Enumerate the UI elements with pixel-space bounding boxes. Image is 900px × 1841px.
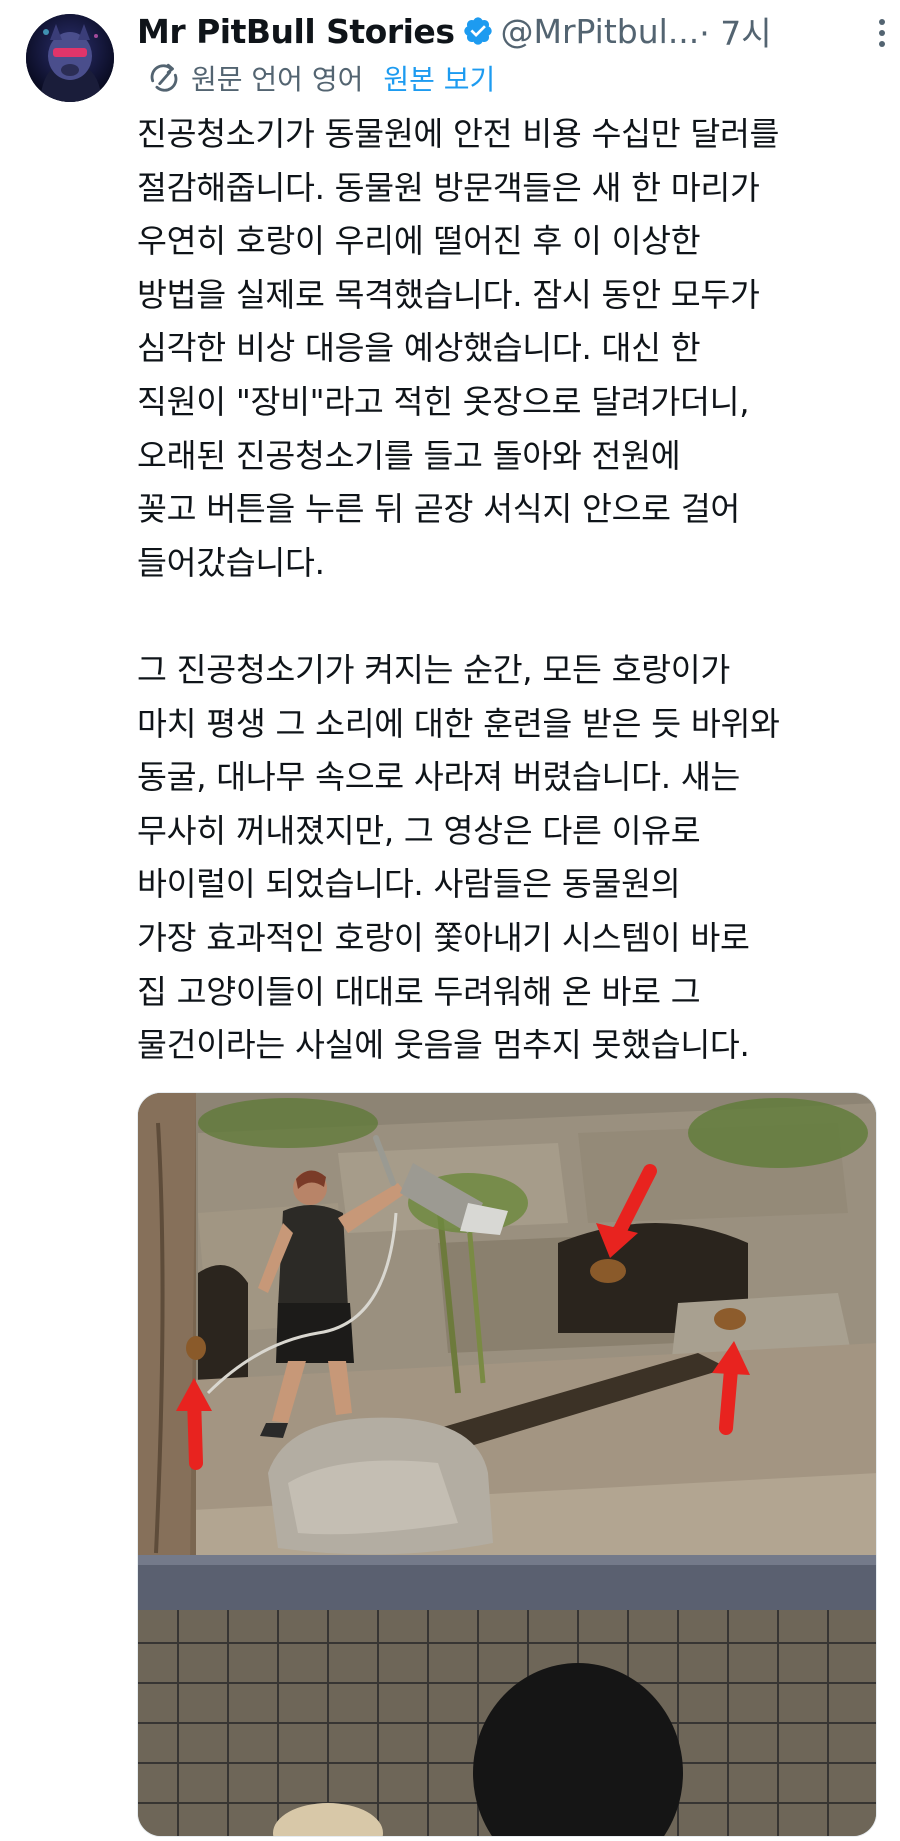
tweet-text-line: 들어갔습니다. [137,543,325,582]
author-name[interactable]: Mr PitBull Stories [137,12,455,51]
translation-source-label: 원문 언어 영어 [191,63,364,96]
tweet-photo[interactable] [137,1092,877,1837]
tweet-text-line: 무사히 꺼내졌지만, 그 영상은 다른 이유로 [137,811,701,850]
tweet-text-line: 방법을 실제로 목격했습니다. 잠시 동안 모두가 [137,275,760,314]
verified-badge-icon [464,17,493,45]
tweet-text-line: 꽂고 버튼을 누른 뒤 곧장 서식지 안으로 걸어 [137,490,741,529]
tweet-text-line: 물건이라는 사실에 웃음을 멈추지 못했습니다. [137,1026,750,1065]
translation-notice: 원문 언어 영어 원본 보기 [147,58,495,98]
tweet-text-line: 집 고양이들이 대대로 두려워해 온 바로 그 [137,972,701,1011]
tweet-text-line: 가장 효과적인 호랑이 쫓아내기 시스템이 바로 [137,918,750,957]
translate-icon [150,63,178,92]
tweet-text-line: 심각한 비상 대응을 예상했습니다. 대신 한 [137,329,701,368]
tweet-body: 진공청소기가 동물원에 안전 비용 수십만 달러를 절감해줍니다. 동물원 방문… [137,108,877,1073]
tweet-text-line: 우연히 호랑이 우리에 떨어진 후 이 이상한 [137,222,701,261]
tweet-text-line: 마치 평생 그 소리에 대한 훈련을 받은 듯 바위와 [137,704,780,743]
tweet-text-line: 직원이 "장비"라고 적힌 옷장으로 달려가더니, [137,382,750,421]
tweet-text-line: 바이럴이 되었습니다. 사람들은 동물원의 [137,865,681,904]
author-avatar[interactable] [26,14,114,102]
author-handle[interactable]: @MrPitbul... [500,12,699,51]
tweet-header: Mr PitBull Stories @MrPitbul... · 7시 [137,6,877,56]
tweet-timestamp[interactable]: · 7시 [699,7,771,55]
show-original-link[interactable]: 원본 보기 [383,58,495,98]
tweet-text-line: 진공청소기가 동물원에 안전 비용 수십만 달러를 [137,115,780,153]
tweet-text-line: 동굴, 대나무 속으로 사라져 버렸습니다. 새는 [137,758,741,797]
tweet-text-line: 절감해줍니다. 동물원 방문객들은 새 한 마리가 [137,168,760,207]
paragraph-break [137,590,877,644]
tweet-text-line: 그 진공청소기가 켜지는 순간, 모든 호랑이가 [137,650,730,689]
more-options-icon[interactable] [877,18,887,48]
tweet-text-line: 오래된 진공청소기를 들고 돌아와 전원에 [137,436,681,475]
